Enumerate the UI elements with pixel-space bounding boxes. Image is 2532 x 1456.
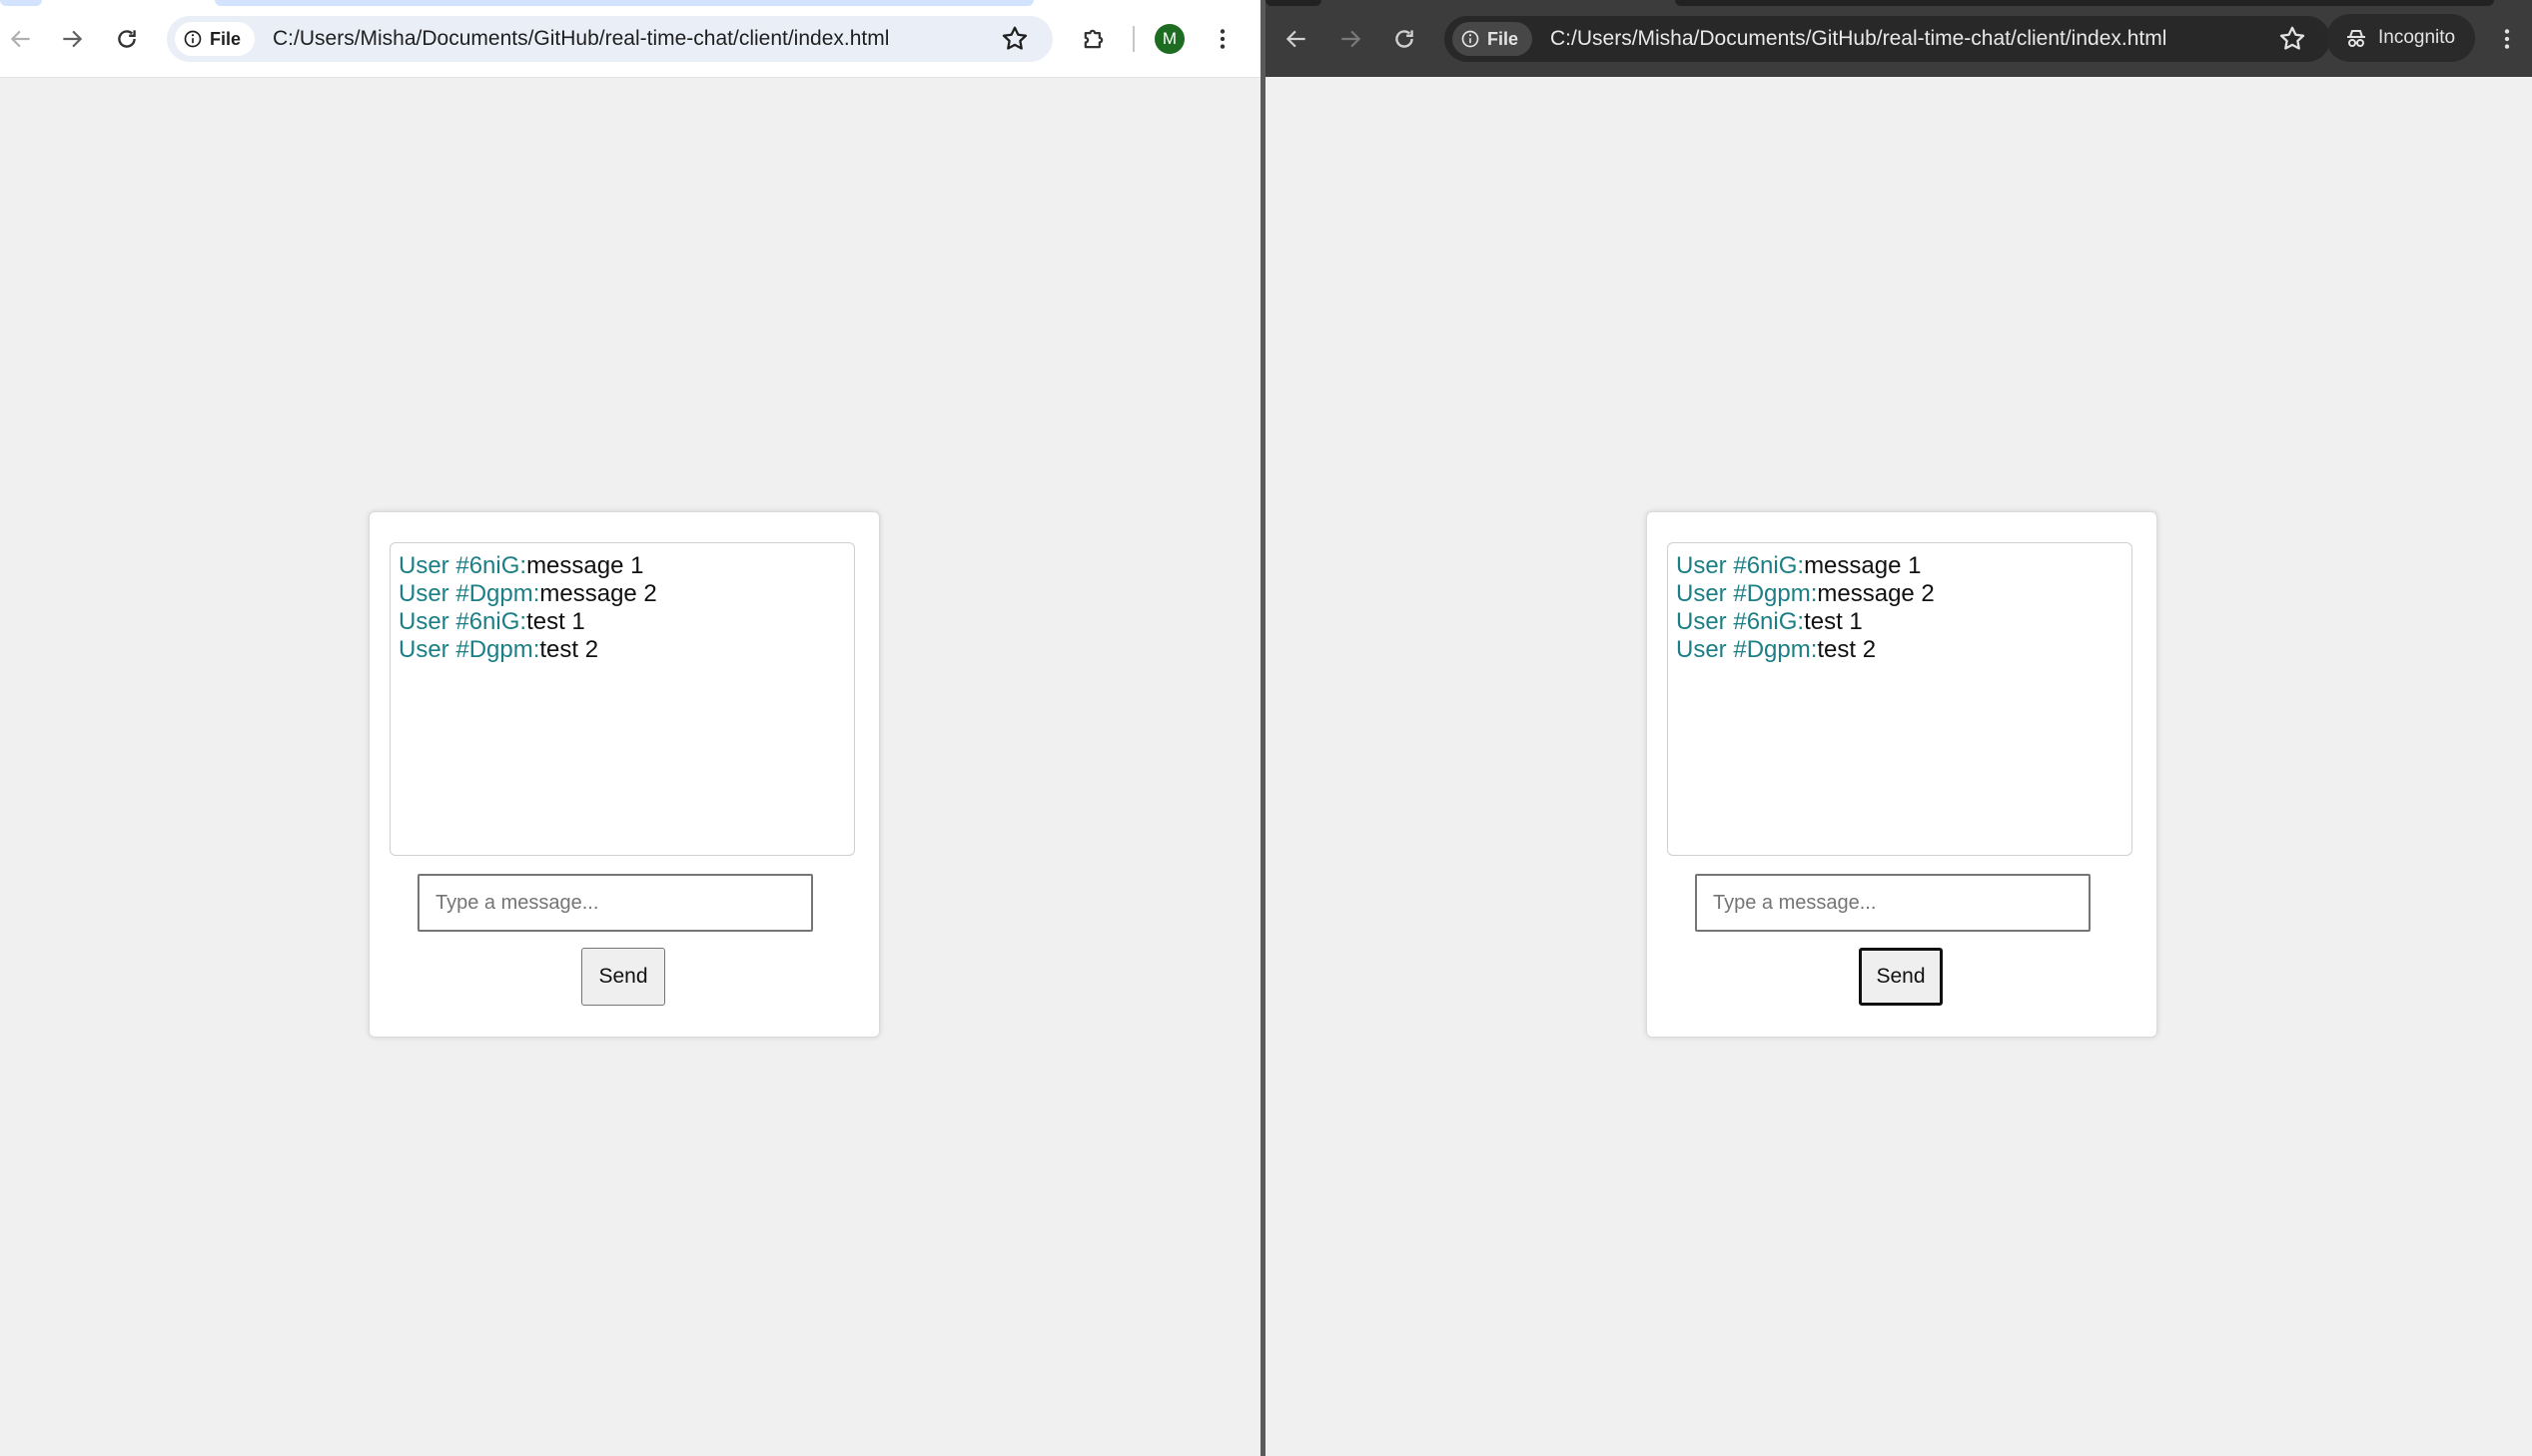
chat-message: User #Dgpm:test 2: [1676, 636, 2123, 664]
info-icon: [1461, 30, 1479, 48]
address-bar[interactable]: File C:/Users/Misha/Documents/GitHub/rea…: [167, 16, 1053, 62]
browser-toolbar: File C:/Users/Misha/Documents/GitHub/rea…: [0, 0, 1261, 78]
forward-arrow-icon: [63, 30, 83, 48]
message-username: User #6niG:: [399, 608, 527, 635]
chat-message: User #6niG:message 1: [399, 552, 846, 580]
browser-toolbar: File C:/Users/Misha/Documents/GitHub/rea…: [1266, 0, 2532, 77]
url-text: C:/Users/Misha/Documents/GitHub/real-tim…: [1550, 27, 2167, 50]
tab-strip-edge: [0, 0, 42, 6]
back-button[interactable]: [1277, 20, 1315, 58]
info-icon: [184, 30, 202, 48]
forward-arrow-icon: [1341, 30, 1361, 48]
back-arrow-icon: [1285, 30, 1305, 48]
message-username: User #Dgpm:: [399, 580, 540, 607]
menu-dots-icon: [2504, 29, 2510, 49]
message-username: User #6niG:: [1676, 608, 1805, 635]
reload-button[interactable]: [1385, 20, 1423, 58]
message-username: User #6niG:: [1676, 552, 1805, 579]
reload-icon: [118, 30, 136, 48]
chat-message: User #6niG:test 1: [1676, 608, 2123, 636]
message-input[interactable]: [418, 874, 813, 932]
chat-message: User #Dgpm:test 2: [399, 636, 846, 664]
message-list[interactable]: User #6niG:message 1 User #Dgpm:message …: [390, 542, 855, 856]
browser-menu-button[interactable]: [2490, 22, 2524, 56]
file-chip-label: File: [210, 28, 242, 49]
menu-dots-icon: [1220, 29, 1226, 49]
message-text: message 1: [526, 552, 644, 579]
message-text: test 2: [1817, 636, 1877, 663]
tab-strip-edge: [1266, 0, 1321, 6]
browser-menu-button[interactable]: [1206, 22, 1240, 56]
star-icon[interactable]: [1000, 24, 1030, 54]
chat-message: User #6niG:test 1: [399, 608, 846, 636]
browser-window-normal: File C:/Users/Misha/Documents/GitHub/rea…: [0, 0, 1261, 1456]
back-arrow-icon: [10, 30, 30, 48]
message-text: test 1: [1804, 608, 1863, 635]
extensions-icon: [1084, 29, 1104, 49]
back-button[interactable]: [2, 20, 40, 58]
chat-container: User #6niG:message 1 User #Dgpm:message …: [1646, 511, 2157, 1038]
tab-strip-edge: [1675, 0, 2494, 6]
reload-button[interactable]: [108, 20, 146, 58]
profile-avatar[interactable]: M: [1155, 24, 1185, 54]
forward-button[interactable]: [1331, 20, 1369, 58]
site-info-chip[interactable]: File: [1452, 22, 1533, 56]
message-input[interactable]: [1695, 874, 2091, 932]
reload-icon: [1395, 30, 1413, 48]
chat-message: User #Dgpm:message 2: [399, 580, 846, 608]
tab-strip-edge: [215, 0, 1034, 6]
chat-container: User #6niG:message 1 User #Dgpm:message …: [369, 511, 880, 1038]
message-text: message 2: [1817, 580, 1935, 607]
url-text: C:/Users/Misha/Documents/GitHub/real-tim…: [273, 27, 890, 50]
incognito-label: Incognito: [2378, 27, 2456, 48]
forward-button[interactable]: [53, 20, 91, 58]
send-button[interactable]: Send: [581, 948, 665, 1006]
message-text: test 2: [539, 636, 599, 663]
chat-message: User #6niG:message 1: [1676, 552, 2123, 580]
site-info-chip[interactable]: File: [175, 22, 256, 56]
file-chip-label: File: [1487, 28, 1519, 49]
extensions-button[interactable]: [1077, 22, 1111, 56]
message-text: message 1: [1804, 552, 1922, 579]
message-username: User #6niG:: [399, 552, 527, 579]
incognito-icon: [2347, 30, 2365, 47]
toolbar-divider: [1133, 26, 1135, 52]
send-button[interactable]: Send: [1859, 948, 1943, 1006]
message-username: User #Dgpm:: [1676, 636, 1818, 663]
message-username: User #Dgpm:: [399, 636, 540, 663]
message-username: User #Dgpm:: [1676, 580, 1818, 607]
message-text: test 1: [526, 608, 585, 635]
star-icon[interactable]: [2277, 24, 2307, 54]
message-text: message 2: [539, 580, 657, 607]
browser-window-incognito: File C:/Users/Misha/Documents/GitHub/rea…: [1266, 0, 2532, 1456]
message-list[interactable]: User #6niG:message 1 User #Dgpm:message …: [1667, 542, 2132, 856]
chat-message: User #Dgpm:message 2: [1676, 580, 2123, 608]
incognito-indicator[interactable]: Incognito: [2326, 14, 2476, 62]
address-bar[interactable]: File C:/Users/Misha/Documents/GitHub/rea…: [1444, 16, 2330, 62]
